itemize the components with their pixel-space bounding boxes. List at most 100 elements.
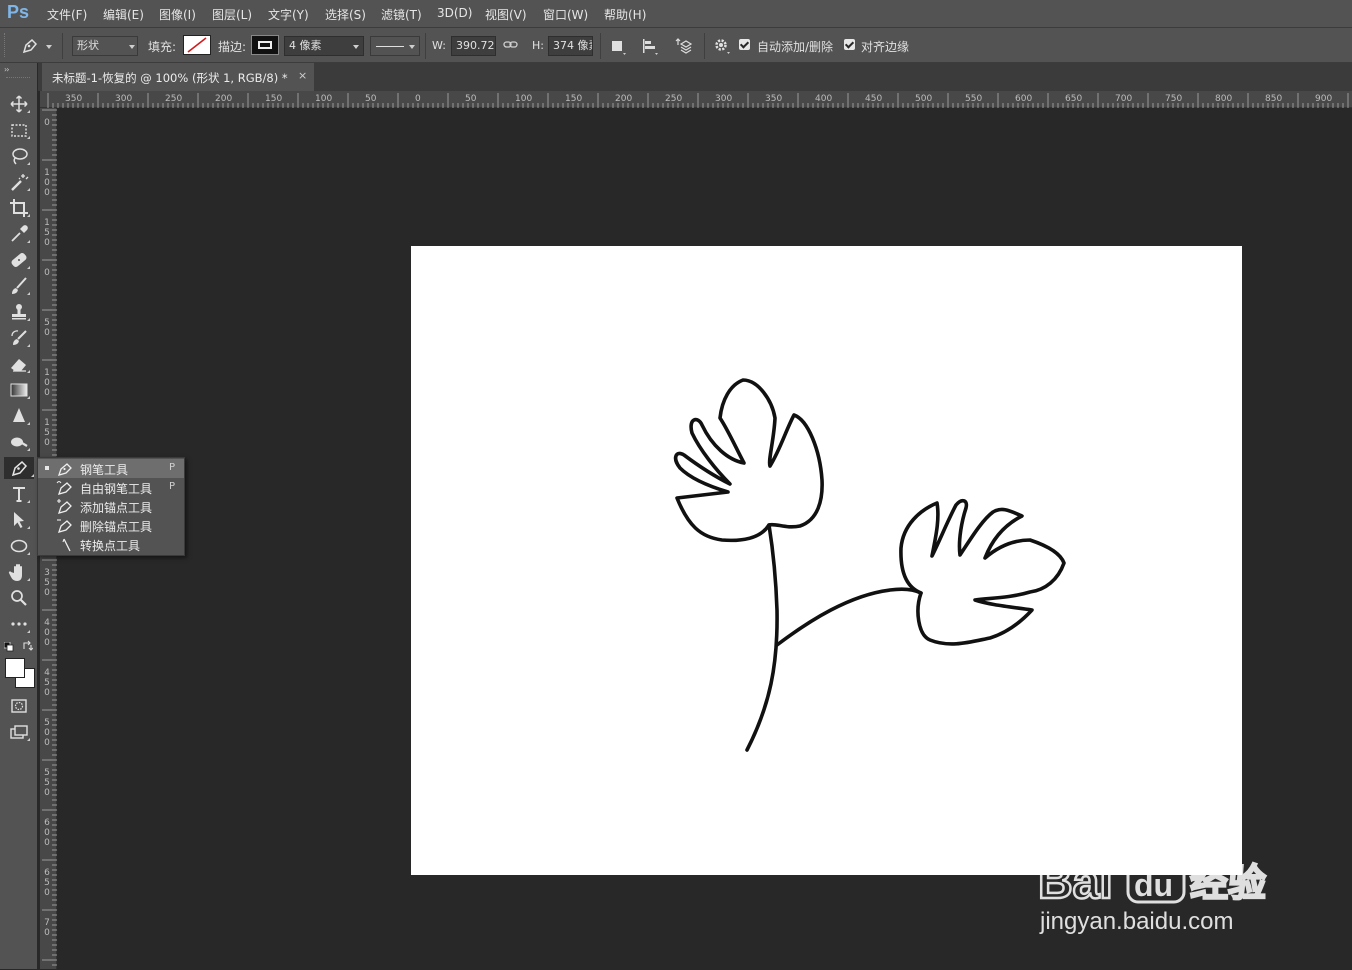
- link-dimensions-icon[interactable]: [503, 39, 519, 51]
- arrange-layers-icon: [675, 38, 693, 54]
- menu-type[interactable]: 文字(Y): [268, 6, 309, 23]
- blur-tool[interactable]: [8, 405, 30, 427]
- clone-stamp-tool[interactable]: [8, 301, 30, 323]
- zoom-tool[interactable]: [8, 587, 30, 609]
- tool-group-indicator: [31, 474, 34, 477]
- path-operations-button[interactable]: [609, 37, 627, 55]
- ruler-label: 600: [44, 818, 50, 848]
- menu-help[interactable]: 帮助(H): [604, 6, 646, 23]
- no-fill-icon: [187, 37, 207, 53]
- default-colors-icon[interactable]: [3, 641, 14, 652]
- flyout-item-convert-point[interactable]: 转换点工具: [38, 535, 184, 554]
- pen-tool-flyout: 钢笔工具 P 自由钢笔工具 P 添加锚点工具 删除锚点工具 转换点工具: [37, 457, 185, 556]
- flyout-item-label: 添加锚点工具: [80, 501, 153, 515]
- ruler-label: 450: [44, 668, 50, 698]
- chevron-down-icon: [409, 45, 415, 49]
- convert-point-icon: [62, 538, 71, 552]
- marquee-tool[interactable]: [8, 119, 30, 141]
- tool-group-indicator: [27, 318, 30, 321]
- ruler-label: 150: [44, 218, 50, 248]
- stroke-type-select[interactable]: [370, 36, 420, 56]
- gradient-tool[interactable]: [8, 379, 30, 401]
- eraser-tool[interactable]: [8, 353, 30, 375]
- tool-group-indicator: [27, 370, 30, 373]
- dodge-tool[interactable]: [8, 431, 30, 453]
- ruler-label: 50: [365, 94, 377, 104]
- flyout-item-add-anchor[interactable]: 添加锚点工具: [38, 497, 184, 516]
- flyout-item-freeform-pen[interactable]: 自由钢笔工具 P: [38, 478, 184, 497]
- edit-toolbar-button[interactable]: [8, 613, 30, 635]
- ellipse-tool[interactable]: [8, 535, 30, 557]
- align-edges-checkbox[interactable]: [844, 39, 855, 50]
- history-brush-tool[interactable]: [8, 327, 30, 349]
- tool-group-indicator: [27, 188, 30, 191]
- ruler-label: 150: [565, 94, 583, 104]
- collapse-panel-icon[interactable]: ››: [4, 65, 10, 74]
- flyout-item-pen[interactable]: 钢笔工具 P: [38, 459, 184, 478]
- fill-label: 填充:: [148, 40, 177, 54]
- flyout-item-label: 钢笔工具: [80, 463, 129, 477]
- menu-window[interactable]: 窗口(W): [543, 6, 588, 23]
- close-icon[interactable]: ×: [298, 69, 307, 82]
- swap-colors-icon[interactable]: [22, 640, 34, 651]
- height-field[interactable]: 374 像素: [548, 36, 593, 56]
- flyout-item-label: 删除锚点工具: [80, 520, 153, 534]
- menu-filter[interactable]: 滤镜(T): [381, 6, 422, 23]
- menu-select[interactable]: 选择(S): [325, 6, 366, 23]
- pen-icon: [57, 463, 72, 476]
- tool-group-indicator: [27, 344, 30, 347]
- path-arrangement-button[interactable]: [672, 36, 694, 56]
- fill-swatch[interactable]: [183, 35, 211, 55]
- tool-group-indicator: [27, 136, 30, 139]
- document-tab[interactable]: 未标题-1-恢复的 @ 100% (形状 1, RGB/8) * ×: [42, 63, 314, 91]
- crop-tool[interactable]: [8, 197, 30, 219]
- menu-3d[interactable]: 3D(D): [437, 6, 472, 20]
- magic-wand-tool[interactable]: [8, 171, 30, 193]
- stroke-width-field[interactable]: 4 像素: [284, 36, 364, 56]
- move-tool[interactable]: [8, 93, 30, 115]
- lasso-tool[interactable]: [8, 145, 30, 167]
- ruler-label: 150: [44, 418, 50, 448]
- type-tool[interactable]: [8, 483, 30, 505]
- width-field[interactable]: 390.72 [: [451, 36, 496, 56]
- geometry-options-button[interactable]: [712, 37, 732, 55]
- branch-path: [775, 587, 923, 647]
- divider: [704, 33, 705, 59]
- screen-mode-button[interactable]: [8, 721, 30, 743]
- eyedropper-tool[interactable]: [8, 223, 30, 245]
- tool-group-indicator: [27, 500, 30, 503]
- options-grip: [4, 33, 8, 57]
- pen-tool[interactable]: [4, 457, 34, 479]
- selected-indicator: [45, 466, 49, 470]
- menu-layer[interactable]: 图层(L): [212, 6, 252, 23]
- path-alignment-button[interactable]: [640, 37, 660, 55]
- ruler-label: 650: [1065, 94, 1083, 104]
- ruler-label: 850: [1265, 94, 1283, 104]
- mode-select[interactable]: 形状: [72, 36, 138, 56]
- document-canvas[interactable]: [411, 246, 1242, 875]
- tool-group-indicator: [27, 266, 30, 269]
- menu-view[interactable]: 视图(V): [485, 6, 527, 23]
- brush-tool[interactable]: [8, 275, 30, 297]
- ruler-label: 400: [44, 618, 50, 648]
- healing-brush-tool[interactable]: [8, 249, 30, 271]
- menu-image[interactable]: 图像(I): [159, 6, 196, 23]
- quick-mask-button[interactable]: [8, 695, 30, 717]
- horizontal-ruler: 350 300 250 200 150 100 50 0 50 100 150 200 250 300 35…: [40, 91, 1352, 108]
- hand-tool[interactable]: [8, 561, 30, 583]
- stroke-swatch[interactable]: [251, 35, 279, 55]
- solid-line-icon: [376, 46, 404, 47]
- path-selection-tool[interactable]: [8, 509, 30, 531]
- flyout-item-delete-anchor[interactable]: 删除锚点工具: [38, 516, 184, 535]
- auto-add-delete-checkbox[interactable]: [739, 39, 750, 50]
- menu-edit[interactable]: 编辑(E): [103, 6, 144, 23]
- align-edges-label: 对齐边缘: [861, 40, 910, 54]
- gear-icon: [715, 39, 730, 54]
- tool-preset-picker[interactable]: [20, 37, 52, 55]
- ruler-label: 100: [515, 94, 533, 104]
- divider: [600, 33, 601, 59]
- foreground-color-swatch[interactable]: [5, 658, 25, 678]
- watermark-url: jingyan.baidu.com: [1040, 908, 1234, 935]
- menu-file[interactable]: 文件(F): [47, 6, 87, 23]
- auto-add-delete-label: 自动添加/删除: [757, 40, 834, 54]
